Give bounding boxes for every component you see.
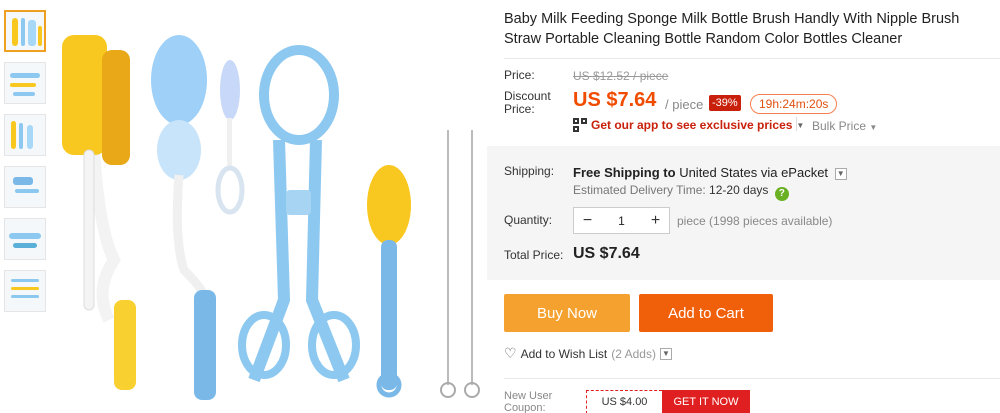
- coupon[interactable]: US $4.00 GET IT NOW: [586, 390, 750, 413]
- chevron-down-icon: ▼: [796, 120, 805, 130]
- app-promo-text: Get our app to see exclusive prices: [591, 118, 793, 132]
- divider: [504, 58, 1000, 59]
- price-unit: / piece: [665, 97, 704, 112]
- thumbnail-1[interactable]: [4, 10, 46, 52]
- price-label: Price:: [504, 68, 535, 82]
- free-shipping-text: Free Shipping to: [573, 165, 676, 180]
- current-price: US $7.64: [573, 89, 657, 111]
- thumbnail-6[interactable]: [4, 270, 46, 312]
- estimated-delivery-label: Estimated Delivery Time:: [573, 183, 706, 197]
- qr-code-icon: [573, 118, 587, 132]
- coupon-label: New User Coupon:: [504, 390, 553, 413]
- discount-badge: -39%: [709, 95, 741, 111]
- shipping-label: Shipping:: [504, 164, 555, 178]
- original-price: US $12.52 / piece: [573, 69, 669, 83]
- countdown-timer: 19h:24m:20s: [750, 94, 838, 114]
- thumbnail-4[interactable]: [4, 166, 46, 208]
- shipping-destination[interactable]: United States via ePacket: [679, 165, 828, 180]
- thumbnail-2[interactable]: [4, 62, 46, 104]
- quantity-decrease-button[interactable]: −: [574, 212, 601, 230]
- quantity-input[interactable]: 1: [601, 214, 642, 228]
- quantity-stepper: − 1 +: [573, 207, 670, 234]
- chevron-down-icon[interactable]: ▼: [659, 347, 672, 360]
- total-price-label: Total Price:: [504, 248, 564, 262]
- thumbnail-3[interactable]: [4, 114, 46, 156]
- quantity-label: Quantity:: [504, 213, 553, 227]
- product-illustration: [62, 35, 480, 400]
- shipping-info: Free Shipping to United States via ePack…: [573, 165, 847, 180]
- divider: [796, 117, 797, 131]
- availability-text: piece (1998 pieces available): [677, 214, 833, 228]
- estimated-delivery-value: 12-20 days: [709, 183, 769, 197]
- divider: [504, 378, 1000, 379]
- wishlist-label: Add to Wish List: [520, 346, 608, 361]
- add-to-cart-button[interactable]: Add to Cart: [639, 294, 773, 332]
- app-promo[interactable]: Get our app to see exclusive prices ▼: [573, 118, 804, 132]
- bulk-price-link[interactable]: Bulk Price ▼: [812, 119, 877, 133]
- help-icon[interactable]: ?: [774, 187, 789, 201]
- thumbnail-5[interactable]: [4, 218, 46, 260]
- heart-icon: ♡: [504, 345, 517, 361]
- thumbnail-list: [4, 10, 48, 322]
- get-coupon-button[interactable]: GET IT NOW: [662, 390, 750, 413]
- discount-price-label: Discount Price:: [504, 89, 551, 116]
- main-product-image[interactable]: [54, 0, 486, 413]
- chevron-down-icon: ▼: [869, 123, 878, 132]
- product-info: Baby Milk Feeding Sponge Milk Bottle Bru…: [487, 0, 1000, 413]
- bulk-price-label: Bulk Price: [812, 119, 867, 133]
- product-title: Baby Milk Feeding Sponge Milk Bottle Bru…: [504, 11, 960, 47]
- add-to-wishlist[interactable]: ♡ Add to Wish List (2 Adds) ▼: [504, 345, 672, 362]
- wishlist-count: (2 Adds): [611, 346, 656, 361]
- buy-now-button[interactable]: Buy Now: [504, 294, 630, 332]
- chevron-down-icon[interactable]: ▼: [834, 168, 847, 180]
- estimated-delivery: Estimated Delivery Time: 12-20 days ?: [573, 183, 789, 201]
- coupon-amount: US $4.00: [586, 390, 662, 413]
- total-price: US $7.64: [573, 245, 640, 262]
- quantity-increase-button[interactable]: +: [642, 212, 669, 230]
